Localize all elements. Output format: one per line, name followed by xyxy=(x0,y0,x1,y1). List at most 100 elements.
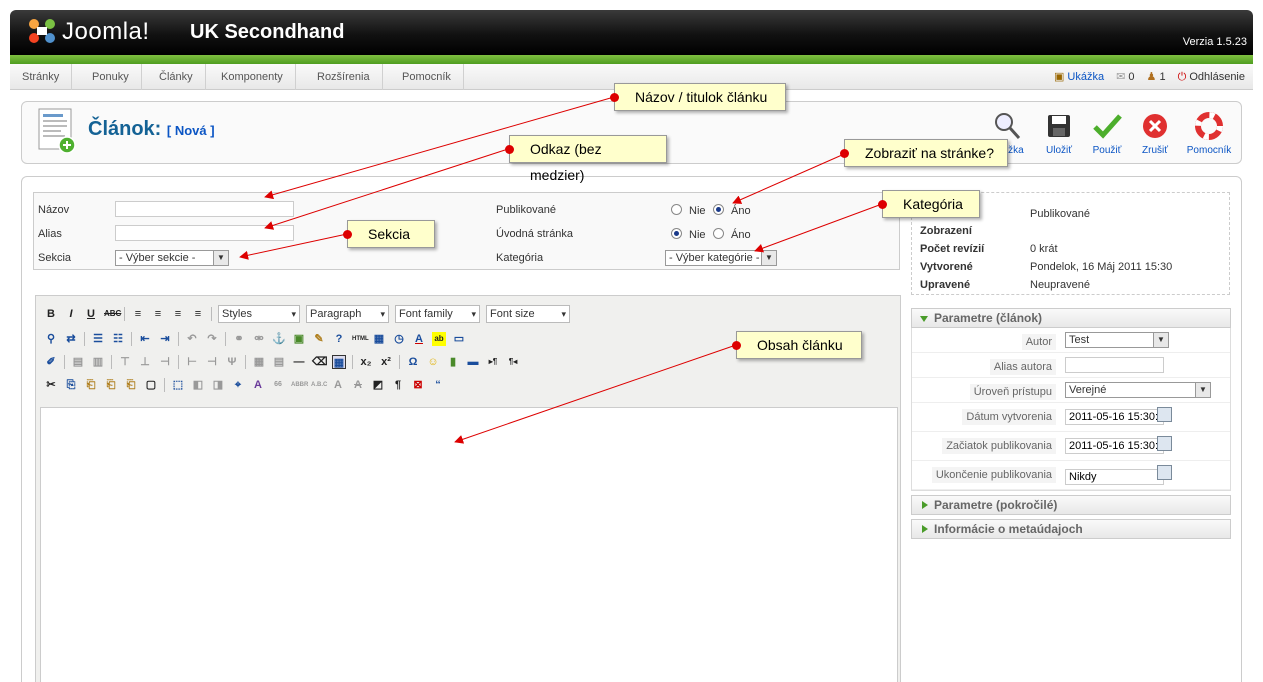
merge-cells-icon[interactable]: ▤ xyxy=(272,355,286,369)
advanced-params-toggle[interactable]: Parametre (pokročilé) xyxy=(911,495,1231,515)
move-forward-icon[interactable]: ◧ xyxy=(191,378,205,392)
fullscreen-icon[interactable]: ▭ xyxy=(452,332,466,346)
background-color-icon[interactable]: ab xyxy=(432,332,446,346)
cut-icon[interactable]: ✂ xyxy=(44,378,58,392)
nonbreaking-icon[interactable]: ⊠ xyxy=(411,378,425,392)
cell-props-icon[interactable]: ▥ xyxy=(91,355,105,369)
calendar-icon[interactable] xyxy=(1157,436,1172,451)
align-center-icon[interactable]: ≡ xyxy=(151,307,165,321)
calendar-icon[interactable] xyxy=(1157,465,1172,480)
emoticon-icon[interactable]: ☺ xyxy=(426,355,440,369)
anchor-icon[interactable]: ⚓ xyxy=(272,332,286,346)
text-color-icon[interactable]: A xyxy=(412,332,426,346)
redo-icon[interactable]: ↷ xyxy=(205,332,219,346)
cleanup-icon[interactable]: ✎ xyxy=(312,332,326,346)
html-icon[interactable]: HTML xyxy=(352,332,369,346)
visualchars-icon[interactable]: ¶ xyxy=(391,378,405,392)
indent-icon[interactable]: ⇥ xyxy=(158,332,172,346)
superscript-icon[interactable]: x² xyxy=(379,355,393,369)
media-icon[interactable]: ▮ xyxy=(446,355,460,369)
alias-input[interactable] xyxy=(115,225,294,241)
insert-layer-icon[interactable]: ⬚ xyxy=(171,378,185,392)
metadata-toggle[interactable]: Informácie o metaúdajoch xyxy=(911,519,1231,539)
author-select[interactable]: Test ▼ xyxy=(1065,332,1169,348)
frontpage-no-radio[interactable] xyxy=(671,228,682,239)
menu-item-extensions[interactable]: Rozšírenia xyxy=(305,64,383,90)
editor-content-area[interactable] xyxy=(40,407,898,682)
insert-col-before-icon[interactable]: ⊢ xyxy=(185,355,199,369)
rtl-icon[interactable]: ¶◂ xyxy=(506,355,520,369)
insert-col-after-icon[interactable]: ⊣ xyxy=(205,355,219,369)
split-cells-icon[interactable]: ▦ xyxy=(252,355,266,369)
created-date-input[interactable] xyxy=(1065,409,1164,425)
help-icon[interactable]: ? xyxy=(332,332,346,346)
special-char-icon[interactable]: Ω xyxy=(406,355,420,369)
blockquote-icon[interactable]: “ xyxy=(431,378,445,392)
paste-icon[interactable]: ⎗ xyxy=(84,378,98,392)
section-select[interactable]: - Výber sekcie - ▼ xyxy=(115,250,229,266)
ltr-icon[interactable]: ▸¶ xyxy=(486,355,500,369)
styleprops-icon[interactable]: A xyxy=(251,378,265,392)
font-size-select[interactable]: Font size xyxy=(486,305,570,323)
image-icon[interactable]: ▣ xyxy=(292,332,306,346)
undo-icon[interactable]: ↶ xyxy=(185,332,199,346)
align-right-icon[interactable]: ≡ xyxy=(171,307,185,321)
insert-row-after-icon[interactable]: ⊥ xyxy=(138,355,152,369)
apply-button[interactable]: Použiť xyxy=(1082,110,1132,156)
author-alias-input[interactable] xyxy=(1065,357,1164,373)
paste-word-icon[interactable]: ⎗ xyxy=(124,378,138,392)
ins-icon[interactable]: A xyxy=(331,378,345,392)
delete-row-icon[interactable]: ⊣ xyxy=(158,355,172,369)
published-no-radio[interactable] xyxy=(671,204,682,215)
format-select[interactable]: Paragraph xyxy=(306,305,389,323)
category-select[interactable]: - Výber kategórie - ▼ xyxy=(665,250,777,266)
unlink-icon[interactable]: ⚮ xyxy=(252,332,266,346)
visual-aid-icon[interactable]: ▦ xyxy=(332,355,346,369)
insert-time-icon[interactable]: ◷ xyxy=(392,332,406,346)
preview-link[interactable]: ▣ Ukážka xyxy=(1054,64,1104,90)
bold-icon[interactable]: B xyxy=(44,307,58,321)
access-select[interactable]: Verejné ▼ xyxy=(1065,382,1211,398)
align-justify-icon[interactable]: ≡ xyxy=(191,307,205,321)
edit-css-icon[interactable]: ✐ xyxy=(44,355,58,369)
align-left-icon[interactable]: ≡ xyxy=(131,307,145,321)
attributes-icon[interactable]: ◩ xyxy=(371,378,385,392)
title-input[interactable] xyxy=(115,201,294,217)
del-icon[interactable]: A xyxy=(351,378,365,392)
subscript-icon[interactable]: x₂ xyxy=(359,355,373,369)
acronym-icon[interactable]: A.B.C xyxy=(311,378,327,392)
numbered-list-icon[interactable]: ☷ xyxy=(111,332,125,346)
insert-date-icon[interactable]: ▦ xyxy=(372,332,386,346)
article-params-toggle[interactable]: Parametre (článok) xyxy=(911,308,1231,328)
select-all-icon[interactable]: ▢ xyxy=(144,378,158,392)
cite-icon[interactable]: 66 xyxy=(271,378,285,392)
cancel-button[interactable]: Zrušiť xyxy=(1130,110,1180,156)
font-family-select[interactable]: Font family xyxy=(395,305,480,323)
paste-text-icon[interactable]: ⎗ xyxy=(104,378,118,392)
row-props-icon[interactable]: ▤ xyxy=(71,355,85,369)
absolute-icon[interactable]: ⌖ xyxy=(231,378,245,392)
frontpage-yes-radio[interactable] xyxy=(713,228,724,239)
delete-col-icon[interactable]: Ψ xyxy=(225,355,239,369)
menu-item-site[interactable]: Stránky xyxy=(10,64,73,90)
menu-item-components[interactable]: Komponenty xyxy=(209,64,296,90)
styles-select[interactable]: Styles xyxy=(218,305,300,323)
copy-icon[interactable]: ⎘ xyxy=(64,378,78,392)
italic-icon[interactable]: I xyxy=(64,307,78,321)
published-yes-radio[interactable] xyxy=(713,204,724,215)
help-button[interactable]: Pomocník xyxy=(1184,110,1234,156)
publish-down-input[interactable] xyxy=(1065,469,1164,485)
outdent-icon[interactable]: ⇤ xyxy=(138,332,152,346)
logout-link[interactable]: ⏻ Odhlásenie xyxy=(1178,64,1245,90)
menu-item-menus[interactable]: Ponuky xyxy=(80,64,142,90)
abbr-icon[interactable]: ABBR xyxy=(291,378,308,392)
horizontal-rule-icon[interactable]: — xyxy=(292,355,306,369)
underline-icon[interactable]: U xyxy=(84,307,98,321)
calendar-icon[interactable] xyxy=(1157,407,1172,422)
advanced-hr-icon[interactable]: ▬ xyxy=(466,355,480,369)
insert-row-before-icon[interactable]: ⊤ xyxy=(118,355,132,369)
replace-icon[interactable]: ⇄ xyxy=(64,332,78,346)
save-button[interactable]: Uložiť xyxy=(1034,110,1084,156)
bullet-list-icon[interactable]: ☰ xyxy=(91,332,105,346)
menu-item-articles[interactable]: Články xyxy=(147,64,206,90)
